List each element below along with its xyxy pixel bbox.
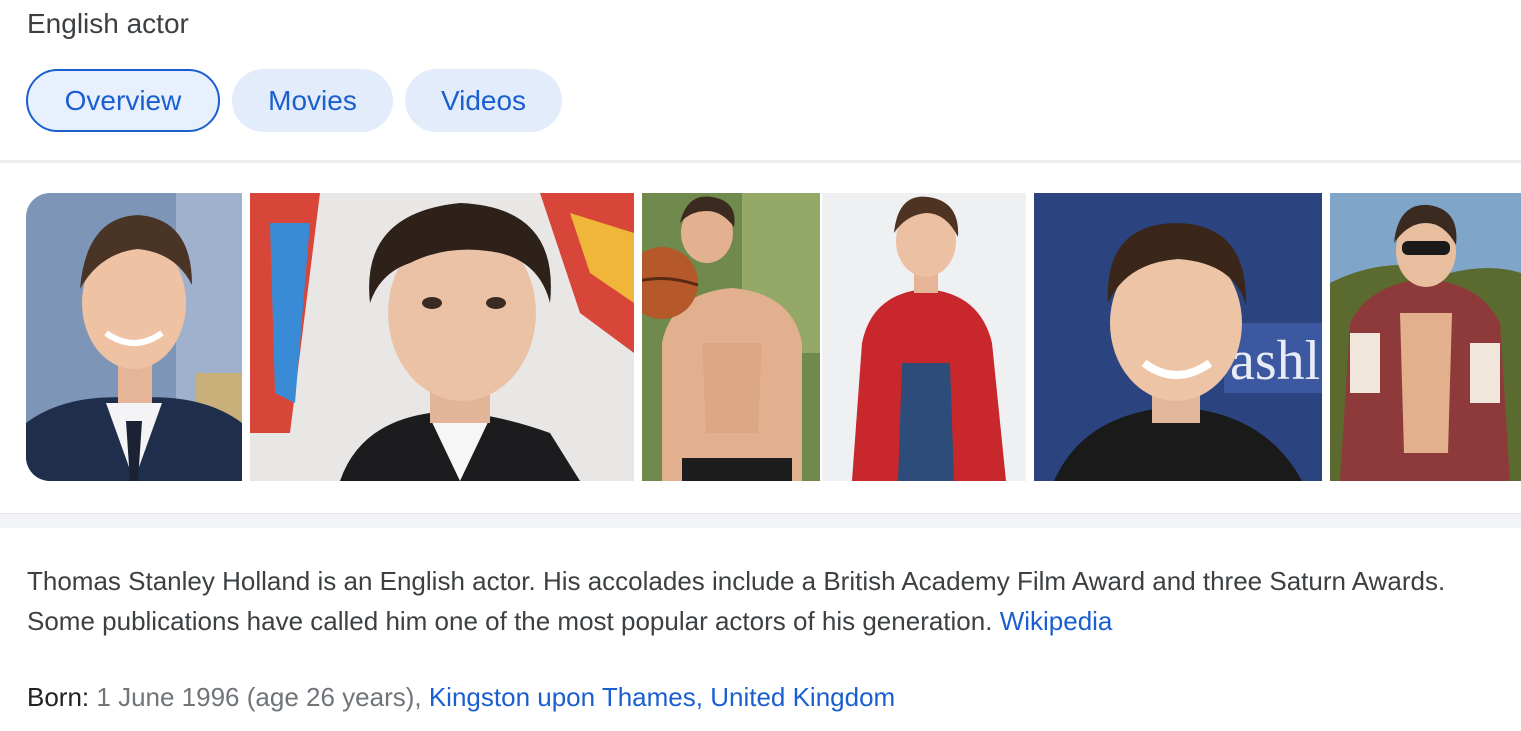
gallery-image-2[interactable] bbox=[250, 193, 634, 481]
born-label: Born: bbox=[27, 682, 90, 712]
gallery-image-4[interactable] bbox=[822, 193, 1026, 481]
tab-bar: Overview Movies Videos bbox=[26, 69, 562, 132]
born-date: 1 June 1996 (age 26 years), bbox=[96, 682, 422, 712]
gallery-image-1[interactable] bbox=[26, 193, 242, 481]
gallery-image-5[interactable]: ashl bbox=[1034, 193, 1322, 481]
subtitle: English actor bbox=[27, 8, 189, 39]
description: Thomas Stanley Holland is an English act… bbox=[27, 561, 1497, 641]
gallery-image-6[interactable] bbox=[1330, 193, 1521, 481]
tab-videos[interactable]: Videos bbox=[405, 69, 562, 132]
tab-overview[interactable]: Overview bbox=[26, 69, 220, 132]
description-text: Thomas Stanley Holland is an English act… bbox=[27, 566, 1446, 636]
section-divider bbox=[0, 513, 1521, 528]
gallery-image-3[interactable] bbox=[642, 193, 820, 481]
born-place-link[interactable]: Kingston upon Thames, United Kingdom bbox=[429, 682, 895, 712]
image-gallery: ashl bbox=[26, 193, 1521, 481]
wikipedia-link[interactable]: Wikipedia bbox=[1000, 606, 1113, 636]
born-row: Born: 1 June 1996 (age 26 years), Kingst… bbox=[27, 677, 895, 717]
tab-movies[interactable]: Movies bbox=[232, 69, 393, 132]
divider bbox=[0, 160, 1521, 163]
svg-text:ashl: ashl bbox=[1230, 330, 1320, 392]
